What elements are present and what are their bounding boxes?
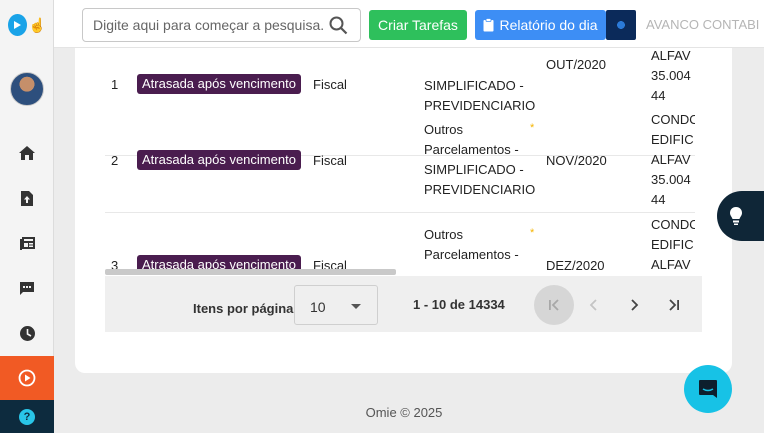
horizontal-scrollbar[interactable] (105, 269, 396, 275)
row-period: DEZ/2020 (546, 258, 605, 272)
row-type: Fiscal (313, 77, 347, 92)
daily-report-label: Relatório do dia (499, 17, 598, 33)
row-period: NOV/2020 (546, 153, 607, 168)
table-row[interactable]: 2 Atrasada após vencimento Fiscal Outros… (105, 108, 695, 213)
chat-icon[interactable] (17, 278, 37, 298)
row-type: Fiscal (313, 153, 347, 168)
home-icon[interactable] (17, 143, 37, 163)
daily-report-button[interactable]: Relatório do dia (475, 10, 606, 40)
footer-text: Omie © 2025 (365, 405, 443, 420)
status-badge: Atrasada após vencimento (137, 74, 301, 94)
company-name[interactable]: AVANCO CONTABI (646, 17, 759, 32)
row-client: ALFAV 35.004 44 (651, 48, 691, 103)
row-index: 1 (111, 77, 119, 92)
play-icon[interactable] (0, 356, 54, 400)
chevron-right-icon (631, 299, 639, 311)
items-per-page-label: Itens por página (193, 301, 294, 316)
lightbulb-icon (730, 207, 742, 225)
create-tasks-button[interactable]: Criar Tarefas (369, 10, 467, 40)
news-icon[interactable] (17, 233, 37, 253)
search-icon[interactable] (329, 16, 348, 35)
clock-icon[interactable] (17, 323, 37, 343)
sidebar: ☝ ? (0, 0, 54, 433)
required-star: * (530, 227, 535, 239)
items-per-page-select[interactable]: 10 (294, 285, 378, 325)
clipboard-icon (483, 18, 494, 32)
row-period: OUT/2020 (546, 57, 606, 72)
tips-button[interactable] (717, 191, 764, 241)
search-input[interactable] (93, 17, 323, 33)
top-header: Criar Tarefas Relatório do dia AVANCO CO… (54, 0, 764, 48)
hand-pointer-icon: ☝ (28, 16, 46, 33)
required-star: * (530, 122, 535, 134)
help-button[interactable]: ? (0, 400, 54, 433)
company-logo[interactable] (606, 10, 636, 40)
message-icon (699, 380, 717, 398)
pagination-bar: Itens por página 10 1 - 10 de 14334 (105, 276, 702, 332)
play-logo-icon (8, 14, 27, 36)
upload-file-icon[interactable] (17, 188, 37, 208)
row-client: CONDO EDIFIC ALFAV (651, 217, 695, 272)
app-logo[interactable]: ☝ (8, 12, 46, 38)
caret-down-icon (351, 304, 361, 309)
table-row[interactable]: 3 Atrasada após vencimento Fiscal Outros… (105, 213, 695, 272)
next-page-button[interactable] (614, 285, 654, 325)
first-page-button[interactable] (534, 285, 574, 325)
main-card: 1 Atrasada após vencimento Fiscal SIMPLI… (75, 0, 732, 373)
first-page-icon (549, 299, 559, 311)
row-index: 2 (111, 153, 119, 168)
row-client: CONDO EDIFIC ALFAV 35.004 44 (651, 112, 695, 207)
chevron-left-icon (589, 299, 597, 311)
prev-page-button[interactable] (574, 285, 614, 325)
last-page-button[interactable] (654, 285, 694, 325)
row-description: Outros Parcelamentos - (424, 227, 519, 262)
last-page-icon (669, 299, 679, 311)
search-box[interactable] (82, 8, 361, 42)
row-description: Outros Parcelamentos - SIMPLIFICADO - PR… (424, 122, 536, 197)
page-range: 1 - 10 de 14334 (413, 297, 505, 312)
tasks-table: 1 Atrasada após vencimento Fiscal SIMPLI… (105, 48, 695, 272)
status-badge: Atrasada após vencimento (137, 150, 301, 170)
avatar[interactable] (10, 72, 44, 106)
help-icon: ? (19, 408, 35, 425)
